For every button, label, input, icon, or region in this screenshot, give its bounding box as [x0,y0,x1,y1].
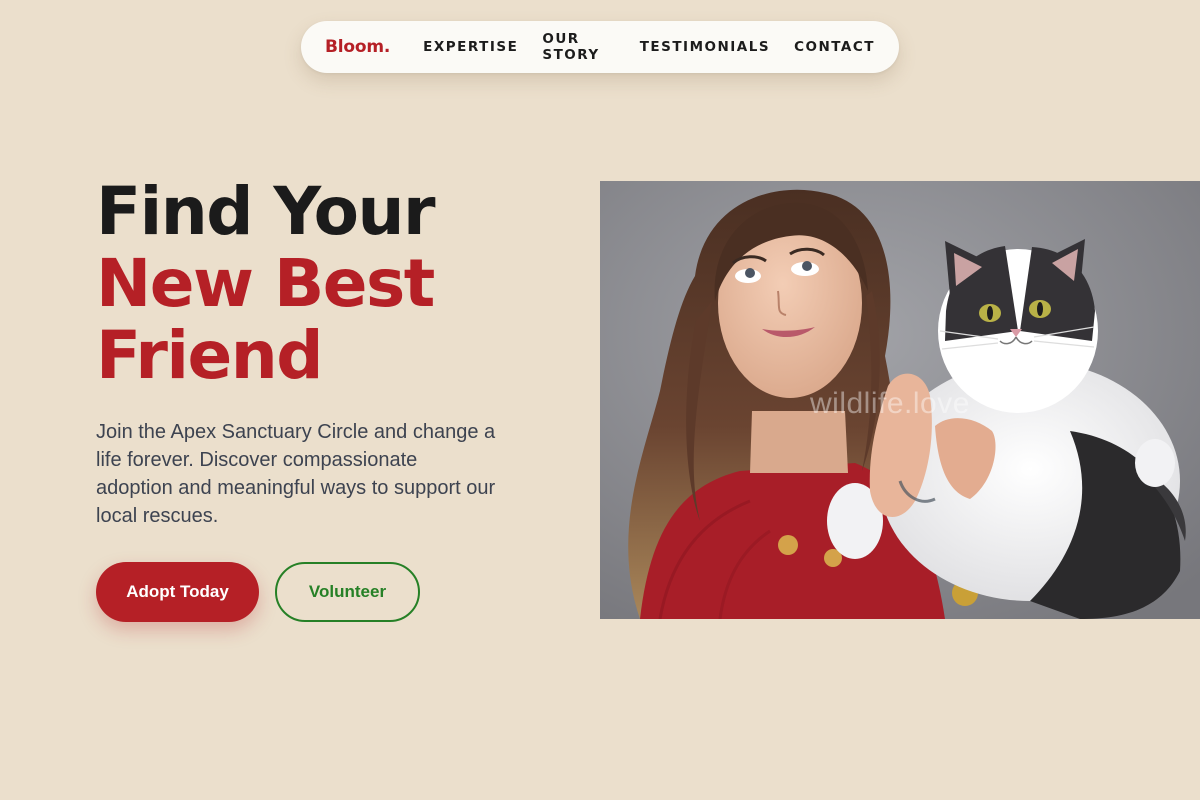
image-watermark: wildlife.love [810,387,970,420]
nav-link-testimonials[interactable]: TESTIMONIALS [640,39,770,55]
nav-link-our-story[interactable]: OUR STORY [542,31,615,63]
hero-description: Join the Apex Sanctuary Circle and chang… [96,421,496,527]
nav-link-expertise[interactable]: EXPERTISE [423,39,518,55]
volunteer-button[interactable]: Volunteer [275,562,420,622]
hero-title-line-1: Find Your [96,173,436,250]
top-navigation: Bloom. EXPERTISE OUR STORY TESTIMONIALS … [301,21,899,73]
hero-title-line-3: Friend [96,317,324,394]
hero-title-line-2: New Best [96,245,435,322]
hero-photo-woman-holding-cat: wildlife.love [600,181,1200,619]
hero-title: Find Your New Best Friend [96,173,436,394]
nav-link-contact[interactable]: CONTACT [794,39,875,55]
brand-logo[interactable]: Bloom. [325,37,390,57]
adopt-today-button[interactable]: Adopt Today [96,562,259,622]
